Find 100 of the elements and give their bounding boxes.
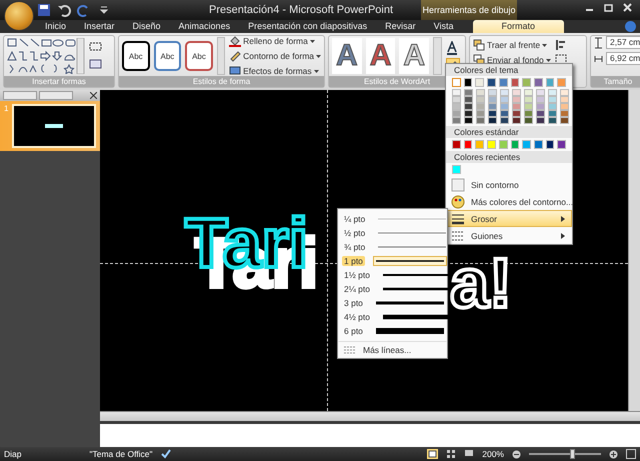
color-swatch[interactable] — [524, 89, 533, 96]
color-swatch[interactable] — [536, 103, 545, 110]
shape-style-tile[interactable]: Abc — [154, 41, 182, 71]
color-swatch[interactable] — [546, 140, 554, 149]
color-swatch[interactable] — [548, 89, 557, 96]
menu-item[interactable]: Más líneas... — [338, 341, 447, 358]
color-swatch[interactable] — [452, 140, 461, 149]
color-swatch[interactable] — [536, 117, 545, 124]
color-swatch[interactable] — [464, 89, 473, 96]
color-swatch[interactable] — [524, 117, 533, 124]
color-swatch[interactable] — [475, 140, 484, 149]
color-swatch[interactable] — [487, 78, 496, 87]
notes-pane[interactable] — [100, 421, 640, 447]
color-swatch[interactable] — [557, 140, 566, 149]
color-swatch[interactable] — [560, 103, 569, 110]
color-swatch[interactable] — [548, 96, 557, 103]
color-swatch[interactable] — [476, 96, 485, 103]
color-swatch[interactable] — [524, 96, 533, 103]
color-swatch[interactable] — [548, 110, 557, 117]
color-swatch[interactable] — [488, 103, 497, 110]
outline-tab[interactable] — [39, 91, 73, 100]
slide-thumbnail[interactable] — [12, 104, 96, 148]
menu-item[interactable]: ¾ pto — [338, 240, 447, 254]
color-swatch[interactable] — [488, 110, 497, 117]
shape-style-tile[interactable]: Abc — [122, 41, 150, 71]
color-swatch[interactable] — [548, 117, 557, 124]
color-swatch[interactable] — [500, 110, 509, 117]
color-swatch[interactable] — [464, 140, 472, 149]
gallery-scroll[interactable] — [216, 37, 226, 75]
menu-item[interactable]: 6 pto — [338, 324, 447, 338]
color-swatch[interactable] — [500, 103, 509, 110]
vertical-scrollbar[interactable] — [628, 90, 640, 411]
color-swatch[interactable] — [464, 96, 473, 103]
color-swatch[interactable] — [510, 78, 520, 87]
color-swatch[interactable] — [536, 110, 545, 117]
color-swatch[interactable] — [546, 78, 554, 87]
color-swatch[interactable] — [498, 140, 508, 149]
height-field[interactable]: 2,57 cm — [606, 36, 640, 49]
horizontal-scrollbar[interactable] — [100, 411, 640, 421]
color-swatch[interactable] — [534, 78, 543, 87]
color-swatch[interactable] — [464, 78, 472, 87]
gallery-scroll[interactable] — [433, 37, 442, 75]
ribbon-tab[interactable]: Formato — [472, 20, 564, 33]
color-swatch[interactable] — [476, 103, 485, 110]
color-swatch[interactable] — [560, 117, 569, 124]
color-swatch[interactable] — [452, 96, 461, 103]
color-swatch[interactable] — [476, 110, 485, 117]
color-swatch[interactable] — [488, 96, 497, 103]
color-swatch[interactable] — [560, 96, 569, 103]
color-swatch[interactable] — [512, 103, 521, 110]
wordart-style-tile[interactable]: A — [366, 38, 396, 74]
color-swatch[interactable] — [452, 89, 461, 96]
save-icon[interactable] — [37, 3, 51, 17]
color-swatch[interactable] — [464, 117, 473, 124]
color-swatch[interactable] — [522, 78, 531, 87]
zoom-level[interactable]: 200% — [482, 449, 504, 459]
ribbon-command[interactable]: Relleno de forma — [229, 35, 321, 47]
office-button[interactable] — [4, 1, 34, 31]
menu-item[interactable]: 3 pto — [338, 296, 447, 310]
ribbon-command[interactable]: Efectos de formas — [229, 65, 321, 77]
color-swatch[interactable] — [452, 78, 461, 87]
ribbon-tab[interactable]: Diseño — [124, 20, 170, 33]
color-swatch[interactable] — [534, 140, 543, 149]
color-swatch[interactable] — [500, 117, 509, 124]
color-swatch[interactable] — [524, 103, 533, 110]
color-swatch[interactable] — [452, 103, 461, 110]
color-swatch[interactable] — [512, 110, 521, 117]
help-icon[interactable] — [625, 21, 636, 32]
color-swatch[interactable] — [476, 89, 485, 96]
color-swatch[interactable] — [500, 89, 509, 96]
menu-item[interactable]: 1 pto — [338, 254, 447, 268]
ribbon-command[interactable]: Traer al frente — [473, 39, 551, 51]
color-swatch[interactable] — [536, 89, 545, 96]
color-swatch[interactable] — [512, 89, 521, 96]
color-swatch[interactable] — [498, 78, 508, 87]
ribbon-tab[interactable]: Presentación con diapositivas — [239, 20, 376, 33]
color-swatch[interactable] — [512, 96, 521, 103]
color-swatch[interactable] — [536, 96, 545, 103]
color-swatch[interactable] — [510, 140, 520, 149]
ribbon-tab[interactable]: Animaciones — [170, 20, 240, 33]
color-swatch[interactable] — [452, 165, 461, 174]
ribbon-tab[interactable]: Inicio — [36, 20, 76, 33]
color-swatch[interactable] — [557, 78, 566, 87]
menu-item[interactable]: 4½ pto — [338, 310, 447, 324]
color-swatch[interactable] — [512, 117, 521, 124]
color-swatch[interactable] — [487, 140, 496, 149]
color-swatch[interactable] — [475, 78, 484, 87]
ribbon-tab[interactable]: Insertar — [75, 20, 124, 33]
color-swatch[interactable] — [452, 117, 461, 124]
menu-item[interactable]: 2¼ pto — [338, 282, 447, 296]
color-swatch[interactable] — [464, 103, 473, 110]
wordart-style-tile[interactable]: A — [332, 38, 362, 74]
color-swatch[interactable] — [560, 110, 569, 117]
ribbon-tab[interactable]: Vista — [424, 20, 463, 33]
color-swatch[interactable] — [500, 96, 509, 103]
width-field[interactable]: 6,92 cm — [606, 52, 640, 65]
zoom-thumb[interactable] — [570, 449, 575, 459]
undo-icon[interactable] — [57, 3, 71, 17]
ribbon-tab[interactable]: Revisar — [376, 20, 425, 33]
menu-item[interactable]: ¼ pto — [338, 212, 447, 226]
